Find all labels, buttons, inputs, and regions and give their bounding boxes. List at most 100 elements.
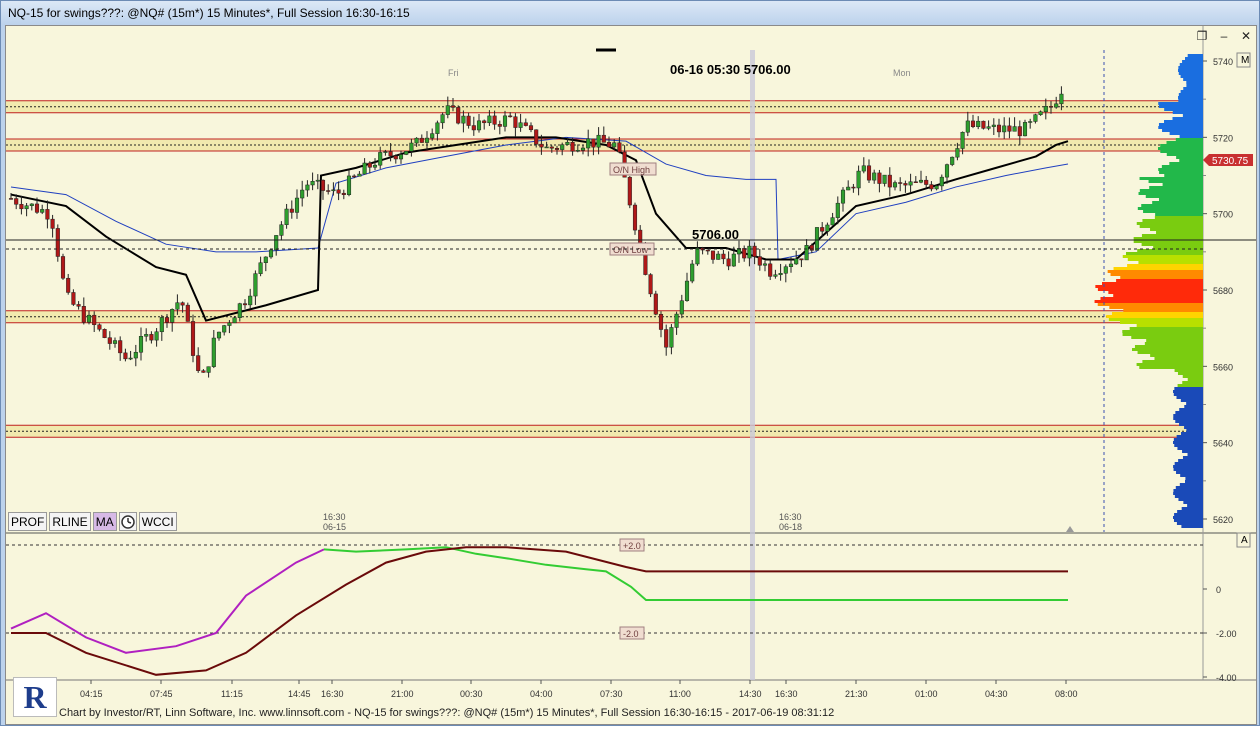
candle-body — [809, 245, 814, 251]
profile-bar — [1174, 369, 1203, 372]
candle-body — [690, 263, 695, 282]
candle-body — [851, 186, 856, 189]
candle-body — [383, 151, 388, 153]
wcci-button[interactable]: WCCI — [138, 512, 177, 531]
candle-body — [227, 322, 232, 326]
chart-area[interactable]: 06-16 05:30 5706.00 5706.00 Fri Mon O/N … — [5, 1, 1257, 725]
profile-bar — [1186, 402, 1203, 405]
candle-body — [492, 115, 497, 125]
title-bar[interactable]: NQ-15 for swings???: @NQ# (15m*) 15 Minu… — [1, 1, 1259, 25]
rline-button[interactable]: RLINE — [49, 512, 91, 531]
candle-body — [497, 124, 502, 127]
time-axis-label: 14:30 — [739, 689, 762, 699]
candle-body — [981, 120, 986, 129]
ma-button[interactable]: MA — [92, 512, 117, 531]
minimize-icon[interactable]: – — [1217, 29, 1231, 43]
clock-icon[interactable] — [118, 512, 137, 531]
profile-bar — [1177, 384, 1203, 387]
candle-body — [554, 147, 560, 150]
candle-body — [1017, 126, 1022, 137]
day-label-fri: Fri — [448, 68, 459, 78]
price-axis-label: 5700 — [1213, 210, 1233, 220]
candle-body — [440, 114, 445, 124]
profile-bar — [1095, 285, 1203, 288]
candle-body — [232, 317, 237, 324]
candle-body — [372, 164, 378, 168]
osc-lower-label: -2.0 — [623, 629, 639, 639]
time-axis-label: 04:30 — [985, 689, 1008, 699]
candle-body — [133, 351, 138, 359]
crosshair-readout: 06-16 05:30 5706.00 — [670, 62, 791, 77]
time-axis-label: 01:00 — [915, 689, 938, 699]
profile-bar — [1181, 507, 1203, 510]
candle-body — [565, 141, 570, 145]
profile-bar — [1176, 156, 1203, 159]
profile-bar — [1158, 168, 1203, 171]
profile-bar — [1182, 381, 1203, 384]
candle-body — [716, 253, 721, 260]
candle-body — [237, 303, 242, 318]
last-price-label: 5730.75 — [1212, 156, 1249, 167]
profile-bar — [1173, 489, 1203, 492]
window-controls: ❐ – ✕ — [1195, 29, 1253, 43]
time-axis-label: 11:15 — [221, 689, 243, 699]
candle-body — [45, 209, 50, 220]
candle-body — [118, 340, 123, 354]
profile-bar — [1177, 372, 1203, 375]
candle-body — [627, 176, 632, 206]
profile-bar — [1176, 522, 1203, 525]
price-axis-label: 5640 — [1213, 439, 1233, 449]
candle-body — [1054, 103, 1059, 108]
candle-body — [534, 129, 539, 145]
profile-bar — [1187, 378, 1203, 381]
candle-body — [357, 173, 362, 177]
candle-body — [128, 357, 133, 360]
price-axis-label: 5720 — [1213, 133, 1233, 143]
profile-bar — [1182, 450, 1203, 453]
candle-body — [424, 137, 430, 143]
candle-body — [8, 198, 14, 200]
price-scale-letter[interactable]: M — [1241, 55, 1249, 66]
time-axis-label: 07:45 — [150, 689, 173, 699]
profile-bar — [1139, 189, 1203, 192]
candle-body — [180, 302, 185, 306]
prof-button[interactable]: PROF — [8, 512, 48, 531]
profile-bar — [1122, 330, 1203, 333]
candle-body — [783, 266, 788, 274]
oscillator-panel — [6, 534, 1256, 680]
candle-body — [892, 182, 898, 188]
profile-bar — [1173, 390, 1203, 393]
candle-body — [721, 253, 726, 260]
candle-body — [40, 209, 45, 213]
profile-bar — [1138, 261, 1203, 264]
restore-icon[interactable]: ❐ — [1195, 29, 1209, 43]
profile-bar — [1172, 117, 1203, 120]
candle-body — [632, 204, 638, 231]
candle-body — [201, 370, 206, 373]
chart-canvas[interactable]: 06-16 05:30 5706.00 5706.00 Fri Mon O/N … — [6, 1, 1256, 724]
candle-body — [310, 181, 315, 186]
candle-body — [81, 306, 86, 323]
candle-body — [253, 273, 258, 297]
candle-body — [955, 148, 960, 158]
candle-body — [97, 324, 102, 330]
candle-body — [840, 189, 846, 204]
profile-bar — [1185, 480, 1203, 483]
profile-bar — [1158, 123, 1203, 126]
osc-scale-letter[interactable]: A — [1241, 535, 1248, 546]
time-axis-label: 08:00 — [1055, 689, 1078, 699]
candle-body — [352, 175, 357, 178]
profile-bar — [1152, 201, 1203, 204]
time-axis-label: 07:30 — [600, 689, 623, 699]
candle-body — [653, 293, 658, 315]
time-axis-label: 21:00 — [391, 689, 414, 699]
candle-body — [887, 174, 892, 188]
candle-body — [1022, 122, 1028, 137]
close-icon[interactable]: ✕ — [1239, 29, 1253, 43]
candle-body — [502, 115, 508, 127]
candle-body — [315, 179, 320, 182]
candle-body — [882, 174, 887, 184]
candle-body — [601, 134, 606, 143]
candle-body — [242, 303, 248, 306]
investor-rt-logo: R — [13, 677, 57, 717]
